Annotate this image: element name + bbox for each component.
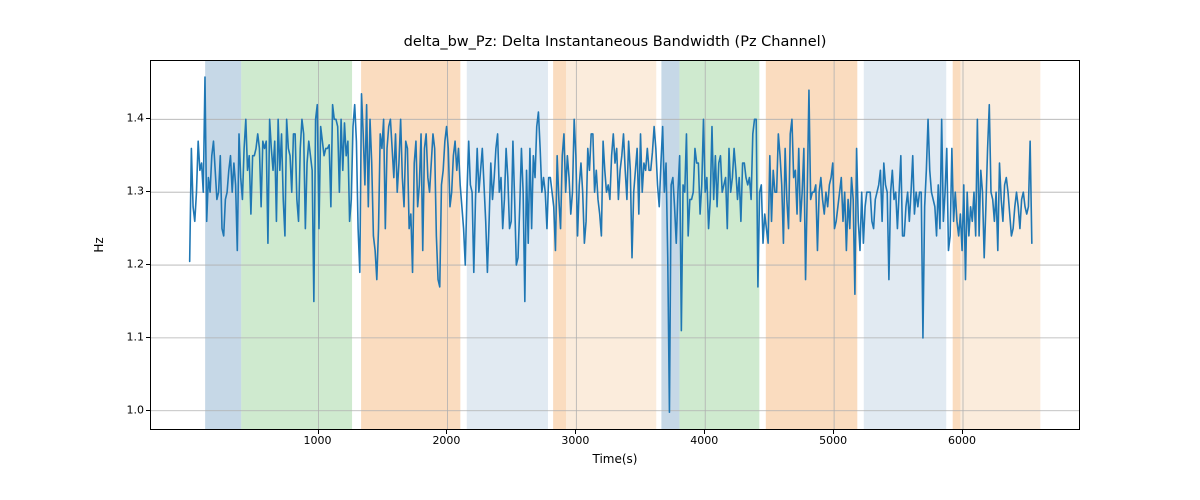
band [205,61,241,429]
chart-title: delta_bw_Pz: Delta Instantaneous Bandwid… [150,34,1080,50]
y-tick [146,410,150,411]
y-tick [146,118,150,119]
y-tick-label: 1.0 [94,403,144,416]
plot-svg [151,61,1079,429]
band [864,61,946,429]
plot-area [150,60,1080,430]
band [241,61,352,429]
y-tick-label: 1.1 [94,330,144,343]
y-tick [146,337,150,338]
band [566,61,656,429]
band [467,61,548,429]
y-tick [146,191,150,192]
figure: delta_bw_Pz: Delta Instantaneous Bandwid… [0,0,1200,500]
y-tick-label: 1.2 [94,258,144,271]
band [766,61,858,429]
x-tick-label: 5000 [819,434,847,447]
band [679,61,759,429]
y-tick [146,264,150,265]
y-tick-label: 1.4 [94,112,144,125]
band [953,61,961,429]
band [361,61,460,429]
x-tick-label: 6000 [948,434,976,447]
background-bands [205,61,1040,429]
x-tick-label: 4000 [690,434,718,447]
x-axis-label: Time(s) [150,452,1080,466]
x-tick-label: 2000 [432,434,460,447]
x-tick-label: 1000 [304,434,332,447]
band [960,61,1040,429]
x-tick-label: 3000 [561,434,589,447]
y-tick-label: 1.3 [94,185,144,198]
